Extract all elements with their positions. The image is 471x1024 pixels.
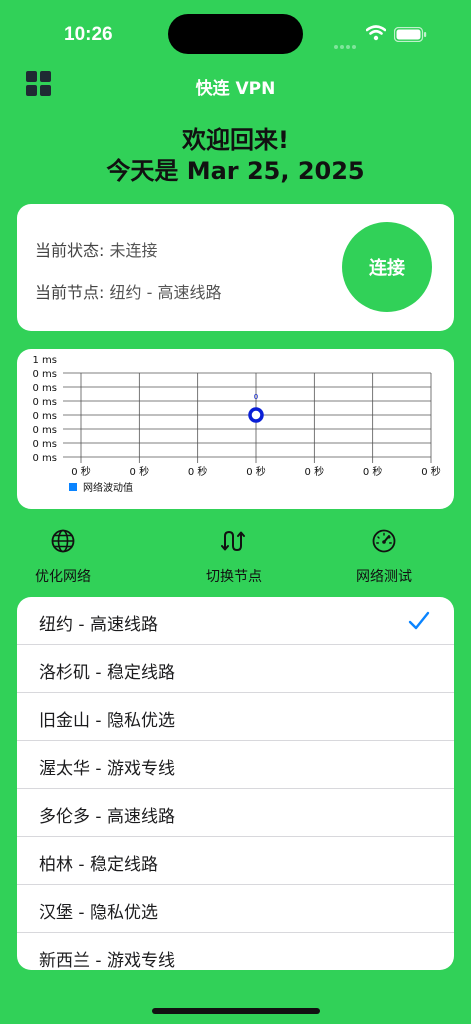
node-name: 新西兰 - 游戏专线 (39, 951, 175, 970)
welcome-message: 欢迎回来! 今天是 Mar 25, 2025 (0, 125, 471, 187)
node-label: 当前节点: (35, 283, 105, 302)
node-list-item[interactable]: 新西兰 - 游戏专线 (17, 933, 454, 970)
node-list-item[interactable]: 渥太华 - 游戏专线 (17, 741, 454, 789)
status-bar: 10:26 (0, 0, 471, 62)
node-name: 旧金山 - 隐私优选 (39, 711, 175, 731)
home-indicator[interactable] (152, 1008, 320, 1014)
node-value: 纽约 - 高速线路 (109, 283, 222, 302)
y-tick-label: 0 ms (33, 453, 58, 464)
node-row: 当前节点: 纽约 - 高速线路 (35, 279, 221, 303)
x-tick-label: 0 秒 (421, 465, 441, 478)
battery-icon (394, 27, 427, 42)
node-name: 多伦多 - 高速线路 (39, 807, 175, 827)
legend-swatch (69, 483, 77, 491)
y-tick-label: 0 ms (33, 383, 58, 394)
node-name: 渥太华 - 游戏专线 (39, 759, 175, 779)
node-name: 柏林 - 稳定线路 (39, 855, 158, 875)
wifi-icon (366, 25, 386, 41)
status-label: 当前状态: (35, 241, 105, 260)
x-tick-label: 0 秒 (305, 465, 325, 478)
node-list-item[interactable]: 旧金山 - 隐私优选 (17, 693, 454, 741)
status-time: 10:26 (64, 24, 113, 45)
dynamic-island (168, 14, 303, 54)
checkmark-icon (408, 611, 430, 630)
node-list-item[interactable]: 洛杉矶 - 稳定线路 (17, 645, 454, 693)
y-tick-label: 1 ms (33, 355, 58, 366)
node-list-item[interactable]: 纽约 - 高速线路 (17, 597, 454, 645)
x-tick-label: 0 秒 (71, 465, 91, 478)
node-list-item[interactable]: 柏林 - 稳定线路 (17, 837, 454, 885)
switch-node-label: 切换节点 (206, 569, 262, 585)
node-list-item[interactable]: 多伦多 - 高速线路 (17, 789, 454, 837)
y-tick-label: 0 ms (33, 425, 58, 436)
app-title: 快连 VPN (195, 79, 276, 99)
optimize-network-button[interactable]: 优化网络 (8, 528, 118, 586)
x-tick-label: 0 秒 (188, 465, 208, 478)
y-tick-label: 0 ms (33, 369, 58, 380)
optimize-network-label: 优化网络 (35, 569, 91, 585)
status-row: 当前状态: 未连接 (35, 237, 158, 261)
cellular-signal-icon (334, 34, 360, 49)
y-tick-label: 0 ms (33, 439, 58, 450)
node-name: 洛杉矶 - 稳定线路 (39, 663, 175, 683)
network-chart-card: 1 ms 0 ms 0 ms 0 ms 0 ms 0 ms 0 ms 0 ms 0 秒 0 秒 0 … (17, 349, 454, 509)
connection-status-card: 当前状态: 未连接 当前节点: 纽约 - 高速线路 连接 (17, 204, 454, 331)
network-latency-chart: 1 ms 0 ms 0 ms 0 ms 0 ms 0 ms 0 ms 0 ms 0 秒 0 秒 0 … (33, 355, 441, 494)
globe-icon (51, 529, 75, 553)
node-name: 汉堡 - 隐私优选 (39, 903, 158, 923)
x-tick-label: 0 秒 (363, 465, 383, 478)
legend-label: 网络波动值 (83, 481, 133, 494)
welcome-date: 今天是 Mar 25, 2025 (106, 157, 365, 185)
y-tick-label: 0 ms (33, 411, 58, 422)
x-tick-label: 0 秒 (246, 465, 266, 478)
node-name: 纽约 - 高速线路 (39, 615, 158, 635)
node-list: 纽约 - 高速线路 洛杉矶 - 稳定线路 旧金山 - 隐私优选 渥太华 - 游戏… (17, 597, 454, 970)
status-value: 未连接 (109, 241, 158, 260)
y-tick-label: 0 ms (33, 397, 58, 408)
speedometer-icon (372, 529, 396, 553)
connect-button[interactable]: 连接 (342, 222, 432, 312)
data-point-label: 0 (254, 393, 258, 401)
welcome-greeting: 欢迎回来! (182, 126, 289, 154)
network-test-button[interactable]: 网络测试 (329, 528, 439, 586)
node-list-item[interactable]: 汉堡 - 隐私优选 (17, 885, 454, 933)
switch-arrows-icon (221, 530, 245, 552)
data-point (248, 407, 264, 423)
network-test-label: 网络测试 (356, 569, 412, 585)
switch-node-button[interactable]: 切换节点 (179, 528, 289, 586)
x-tick-label: 0 秒 (130, 465, 150, 478)
